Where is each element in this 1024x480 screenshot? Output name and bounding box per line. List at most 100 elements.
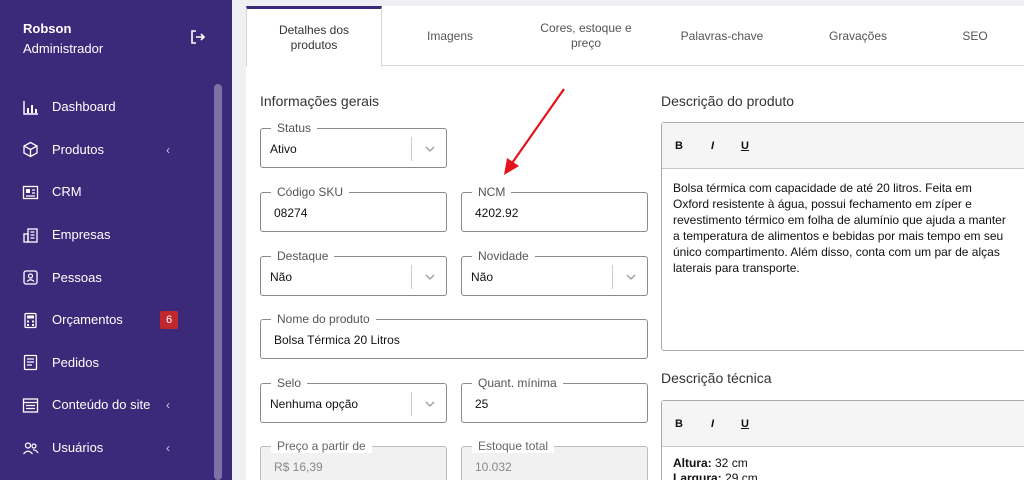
- sidebar: Robson Administrador Dashboard Produtos …: [0, 0, 232, 480]
- spec-label: Altura:: [673, 456, 712, 470]
- tab-palavras-chave[interactable]: Palavras-chave: [654, 6, 790, 66]
- field-label: Status: [271, 121, 318, 135]
- building-icon: [23, 227, 38, 243]
- field-label: Destaque: [271, 249, 335, 263]
- sidebar-item-pessoas[interactable]: Pessoas: [0, 256, 212, 299]
- box-icon: [23, 142, 38, 158]
- price-from-input: Preço a partir de R$ 16,39: [260, 439, 447, 480]
- field-value: Não: [471, 270, 494, 284]
- field-label: Quant. mínima: [472, 376, 563, 390]
- document-icon: [23, 355, 38, 371]
- editor-toolbar: B I U: [662, 123, 1024, 169]
- calculator-icon: [24, 312, 37, 328]
- editor-content[interactable]: Altura: 32 cm Largura: 29 cm: [673, 456, 758, 480]
- sidebar-item-label: Empresas: [52, 227, 111, 243]
- chevron-down-icon: [425, 146, 435, 152]
- tab-label: Palavras-chave: [680, 28, 764, 43]
- sidebar-item-empresas[interactable]: Empresas: [0, 214, 212, 257]
- field-value: 10.032: [475, 460, 512, 474]
- field-value: Ativo: [270, 142, 297, 156]
- person-card-icon: [23, 270, 38, 285]
- tab-imagens[interactable]: Imagens: [382, 6, 518, 66]
- tab-label: Imagens: [426, 28, 474, 43]
- ncm-input[interactable]: NCM 4202.92: [461, 185, 648, 232]
- user-info: Robson Administrador: [23, 20, 103, 59]
- product-description-editor[interactable]: B I U Bolsa térmica com capacidade de at…: [661, 122, 1024, 351]
- total-stock-input: Estoque total 10.032: [461, 439, 648, 480]
- user-name: Robson: [23, 21, 72, 36]
- product-name-input[interactable]: Nome do produto Bolsa Térmica 20 Litros: [260, 312, 648, 359]
- chevron-left-icon: ‹: [166, 398, 170, 413]
- sidebar-item-label: Dashboard: [52, 99, 116, 115]
- product-edit-panel: Detalhes dos produtos Imagens Cores, est…: [246, 6, 1024, 480]
- product-description-title: Descrição do produto: [661, 93, 795, 109]
- crm-icon: [22, 185, 39, 200]
- chevron-down-icon: [425, 401, 435, 407]
- sidebar-item-label: CRM: [52, 184, 82, 200]
- field-value: Nenhuma opção: [270, 397, 359, 411]
- chevron-left-icon: ‹: [166, 142, 170, 157]
- field-label: Selo: [271, 376, 308, 390]
- select-divider: [612, 265, 613, 289]
- layout-icon: [22, 398, 39, 413]
- sidebar-item-orcamentos[interactable]: Orçamentos 6: [0, 299, 212, 342]
- bold-button[interactable]: B: [675, 418, 683, 430]
- field-value: R$ 16,39: [274, 460, 323, 474]
- tab-bar: Detalhes dos produtos Imagens Cores, est…: [246, 6, 1024, 67]
- field-label: Preço a partir de: [271, 439, 372, 453]
- users-icon: [23, 441, 39, 454]
- chart-bar-icon: [23, 100, 38, 115]
- sidebar-item-label: Produtos: [52, 141, 105, 157]
- novidade-select[interactable]: Novidade Não: [461, 249, 648, 296]
- field-value: 25: [475, 397, 489, 411]
- field-label: Novidade: [472, 249, 535, 263]
- tab-label: Cores, estoque e preço: [540, 21, 632, 50]
- technical-description-title: Descrição técnica: [661, 370, 772, 386]
- chevron-down-icon: [626, 274, 636, 280]
- spec-line: Altura: 32 cm: [673, 456, 758, 471]
- field-label: Estoque total: [472, 439, 555, 453]
- sidebar-item-conteudo-do-site[interactable]: Conteúdo do site ‹: [0, 384, 212, 427]
- chevron-down-icon: [425, 274, 435, 280]
- logout-icon[interactable]: [190, 29, 206, 45]
- destaque-select[interactable]: Destaque Não: [260, 249, 447, 296]
- italic-button[interactable]: I: [711, 140, 714, 152]
- tab-gravacoes[interactable]: Gravações: [790, 6, 926, 66]
- spec-value: 32 cm: [711, 456, 748, 470]
- status-select[interactable]: Status Ativo: [260, 121, 447, 168]
- spec-value: 29 cm: [721, 471, 758, 480]
- sidebar-item-crm[interactable]: CRM: [0, 171, 212, 214]
- italic-button[interactable]: I: [711, 418, 714, 430]
- sidebar-scrollbar[interactable]: [214, 84, 222, 480]
- field-label: NCM: [472, 185, 512, 199]
- bold-button[interactable]: B: [675, 140, 683, 152]
- field-label: Código SKU: [271, 185, 350, 199]
- underline-button[interactable]: U: [741, 418, 749, 430]
- sidebar-nav: Dashboard Produtos ‹ CRM Empresas Pessoa…: [0, 86, 212, 469]
- sidebar-item-label: Orçamentos: [52, 312, 123, 328]
- editor-content[interactable]: Bolsa térmica com capacidade de até 20 l…: [673, 180, 1024, 276]
- field-label: Nome do produto: [271, 312, 376, 326]
- sku-input[interactable]: Código SKU 08274: [260, 185, 447, 232]
- sidebar-item-dashboard[interactable]: Dashboard: [0, 86, 212, 129]
- tab-detalhes-dos-produtos[interactable]: Detalhes dos produtos: [246, 6, 382, 67]
- select-divider: [411, 392, 412, 416]
- sidebar-item-label: Usuários: [52, 440, 104, 456]
- field-value: 08274: [274, 206, 308, 220]
- tab-seo[interactable]: SEO: [926, 6, 1024, 66]
- sidebar-item-produtos[interactable]: Produtos ‹: [0, 129, 212, 172]
- general-info-title: Informações gerais: [260, 93, 380, 109]
- tab-cores-estoque-preco[interactable]: Cores, estoque e preço: [518, 6, 654, 66]
- min-quantity-input[interactable]: Quant. mínima 25: [461, 376, 648, 423]
- spec-line: Largura: 29 cm: [673, 471, 758, 480]
- tab-label: SEO: [962, 28, 988, 43]
- underline-button[interactable]: U: [741, 140, 749, 152]
- selo-select[interactable]: Selo Nenhuma opção: [260, 376, 447, 423]
- sidebar-item-label: Conteúdo do site: [52, 397, 151, 413]
- field-value: 4202.92: [475, 206, 519, 220]
- sidebar-item-pedidos[interactable]: Pedidos: [0, 342, 212, 385]
- tab-label: Detalhes dos produtos: [278, 23, 350, 52]
- notification-badge: 6: [160, 311, 178, 330]
- technical-description-editor[interactable]: B I U Altura: 32 cm Largura: 29 cm: [661, 400, 1024, 480]
- sidebar-item-usuarios[interactable]: Usuários ‹: [0, 427, 212, 470]
